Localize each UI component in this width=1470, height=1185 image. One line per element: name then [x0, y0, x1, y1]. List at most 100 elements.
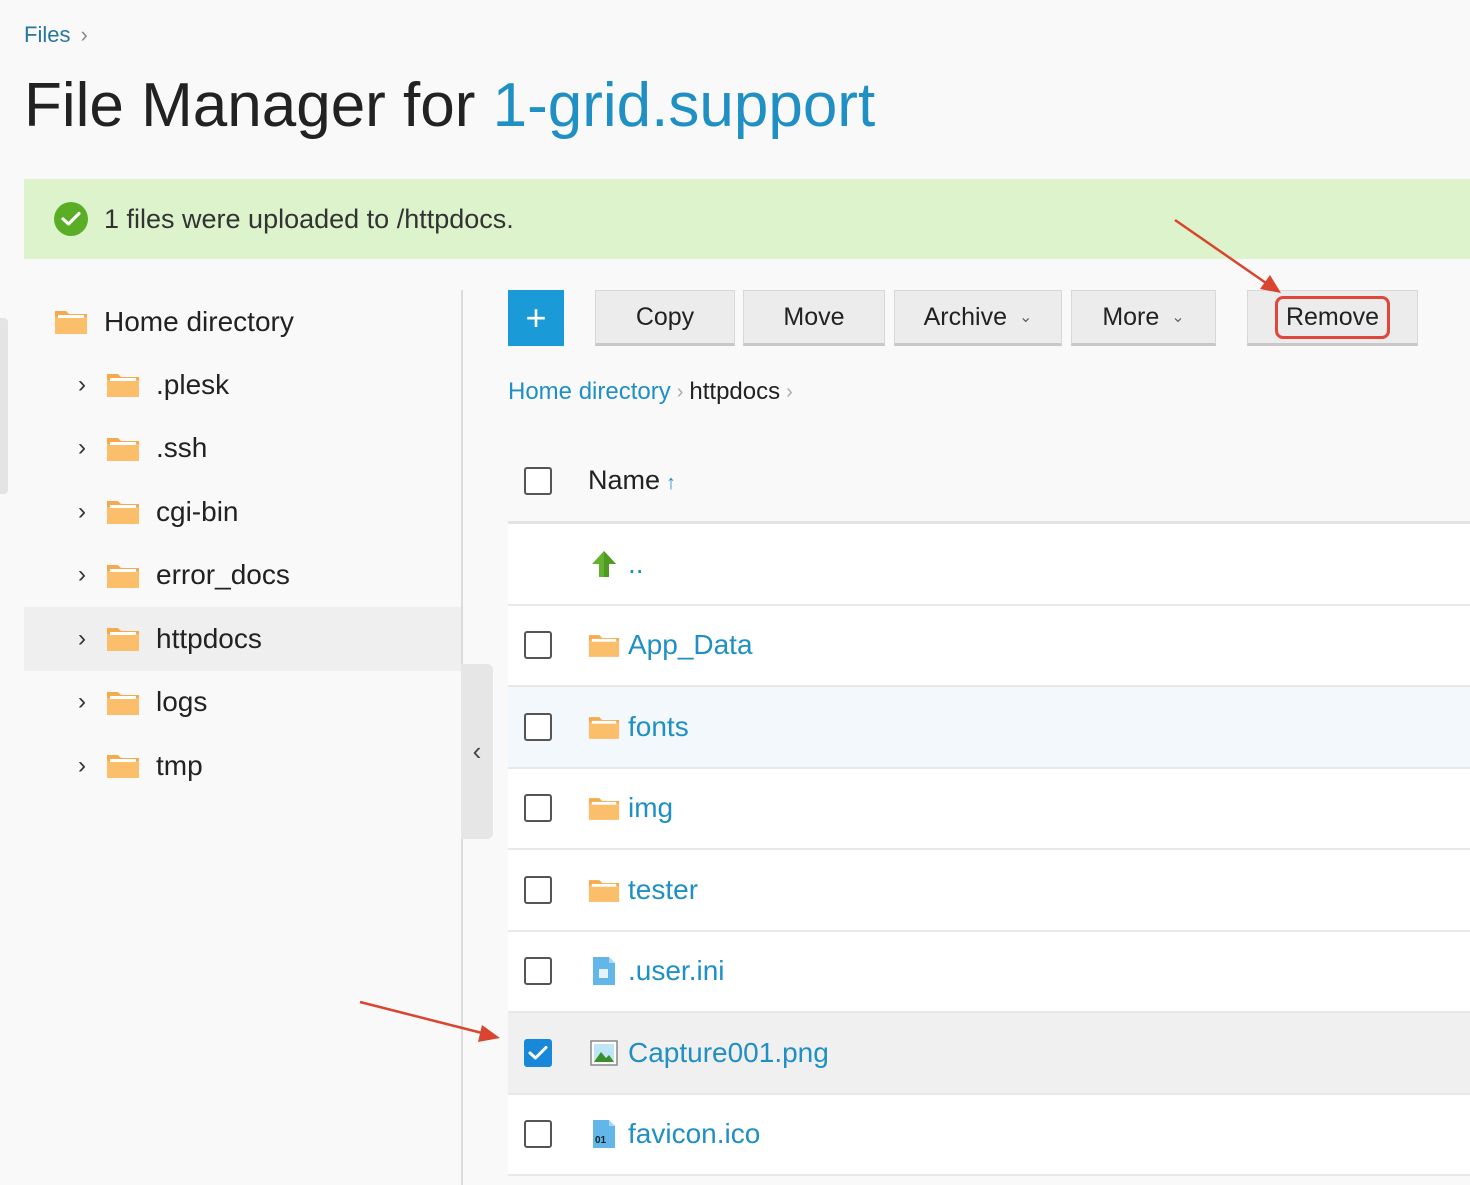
folder-icon: [588, 630, 620, 660]
tree-item-tmp[interactable]: › tmp: [24, 734, 461, 798]
tree-item-label: error_docs: [156, 559, 290, 591]
tree-item-label: tmp: [156, 749, 203, 781]
row-checkbox[interactable]: [524, 1038, 552, 1067]
row-checkbox[interactable]: [524, 631, 552, 660]
archive-button-label: Archive: [923, 302, 1007, 331]
success-message: 1 files were uploaded to /httpdocs.: [24, 179, 1470, 259]
folder-icon: [106, 689, 140, 716]
folder-icon: [106, 752, 140, 779]
archive-button[interactable]: Archive ⌄: [894, 290, 1062, 346]
chevron-right-icon[interactable]: ›: [78, 498, 100, 526]
chevron-down-icon: ⌄: [1018, 309, 1033, 326]
table-row[interactable]: fonts: [508, 687, 1470, 769]
folder-icon: [54, 308, 88, 335]
folder-icon: [588, 793, 620, 823]
path-current: httpdocs: [689, 378, 781, 405]
table-row[interactable]: img: [508, 768, 1470, 850]
tree-item-plesk[interactable]: › .plesk: [24, 353, 461, 417]
file-name-link[interactable]: tester: [628, 874, 698, 906]
folder-icon: [106, 562, 140, 589]
chevron-right-icon[interactable]: ›: [78, 752, 100, 780]
tree-item-label: httpdocs: [156, 622, 262, 654]
success-message-text: 1 files were uploaded to /httpdocs.: [104, 203, 514, 234]
binary-file-icon: 01: [588, 1119, 620, 1149]
file-table: Name ↑ .. App_Datafonts img tester .user.ini…: [508, 440, 1470, 1176]
collapse-panel-button[interactable]: ‹: [461, 664, 493, 839]
chevron-right-icon: ›: [676, 380, 684, 403]
checkmark-icon: [528, 1045, 548, 1060]
chevron-right-icon: ›: [786, 380, 793, 403]
tree-item-error-docs[interactable]: › error_docs: [24, 544, 461, 608]
folder-icon: [106, 435, 140, 462]
chevron-right-icon[interactable]: ›: [78, 434, 100, 462]
folder-icon: [106, 625, 140, 652]
tree-item-ssh[interactable]: › .ssh: [24, 417, 461, 481]
table-row[interactable]: .user.ini: [508, 931, 1470, 1013]
table-row[interactable]: tester: [508, 850, 1470, 932]
annotation-arrow-capture: [359, 1000, 500, 1042]
add-button[interactable]: +: [508, 290, 564, 346]
folder-icon: [106, 371, 140, 398]
tree-item-httpdocs[interactable]: › httpdocs: [24, 607, 461, 671]
parent-directory-label: ..: [628, 547, 644, 579]
file-name-link[interactable]: favicon.ico: [628, 1118, 760, 1150]
copy-button[interactable]: Copy: [595, 290, 735, 346]
image-file-icon: [588, 1038, 620, 1068]
more-button[interactable]: More ⌄: [1071, 290, 1216, 346]
table-header: Name ↑: [508, 440, 1470, 524]
tree-root-label: Home directory: [104, 305, 294, 337]
chevron-right-icon[interactable]: ›: [78, 625, 100, 653]
tree-item-label: .ssh: [156, 432, 208, 464]
row-checkbox[interactable]: [524, 957, 552, 986]
move-button[interactable]: Move: [743, 290, 885, 346]
table-row[interactable]: App_Data: [508, 605, 1470, 687]
file-name-link[interactable]: Capture001.png: [628, 1037, 829, 1069]
check-circle-icon: [54, 202, 88, 236]
chevron-left-icon: ‹: [472, 736, 482, 766]
folder-icon: [588, 875, 620, 905]
folder-icon: [106, 498, 140, 525]
sort-asc-icon: ↑: [666, 472, 677, 494]
more-button-label: More: [1102, 302, 1160, 331]
table-row[interactable]: Capture001.png: [508, 1013, 1470, 1095]
tree-root-home[interactable]: Home directory: [24, 290, 461, 353]
file-name-link[interactable]: img: [628, 792, 673, 824]
path-breadcrumb: Home directory › httpdocs ›: [508, 378, 793, 406]
breadcrumb: Files ›: [24, 22, 88, 48]
row-checkbox[interactable]: [524, 712, 552, 741]
remove-button-label: Remove: [1274, 295, 1391, 339]
file-name-link[interactable]: .user.ini: [628, 955, 725, 987]
left-panel-handle[interactable]: [0, 318, 8, 494]
chevron-right-icon[interactable]: ›: [78, 688, 100, 716]
row-checkbox[interactable]: [524, 1120, 552, 1149]
folder-icon: [588, 712, 620, 742]
chevron-right-icon: ›: [80, 22, 88, 47]
file-icon: [588, 956, 620, 986]
breadcrumb-files-link[interactable]: Files: [24, 22, 70, 48]
path-home-link[interactable]: Home directory: [508, 378, 671, 406]
row-checkbox[interactable]: [524, 794, 552, 823]
remove-button[interactable]: Remove: [1247, 290, 1418, 346]
tree-item-cgi-bin[interactable]: › cgi-bin: [24, 480, 461, 544]
chevron-down-icon: ⌄: [1171, 309, 1185, 326]
file-name-link[interactable]: App_Data: [628, 629, 753, 661]
row-checkbox[interactable]: [524, 875, 552, 904]
tree-item-logs[interactable]: › logs: [24, 671, 461, 735]
tree-item-label: logs: [156, 686, 208, 718]
file-name-link[interactable]: fonts: [628, 711, 689, 743]
page-title: File Manager for 1-grid.support: [24, 70, 875, 141]
tree-item-label: cgi-bin: [156, 495, 239, 527]
tree-item-label: .plesk: [156, 368, 230, 400]
name-column-label: Name: [588, 465, 661, 495]
chevron-right-icon[interactable]: ›: [78, 561, 100, 589]
page-title-prefix: File Manager for: [24, 71, 493, 140]
parent-directory-row[interactable]: ..: [508, 524, 1470, 606]
table-row[interactable]: 01 favicon.ico: [508, 1094, 1470, 1176]
up-arrow-icon: [588, 549, 620, 579]
name-column-header[interactable]: Name ↑: [588, 465, 676, 496]
folder-tree: Home directory › .plesk › .ssh › cgi-bin › erro…: [24, 290, 461, 798]
chevron-right-icon[interactable]: ›: [78, 371, 100, 399]
svg-text:01: 01: [595, 1135, 607, 1146]
select-all-checkbox[interactable]: [524, 466, 552, 495]
page-title-domain: 1-grid.support: [492, 71, 876, 140]
